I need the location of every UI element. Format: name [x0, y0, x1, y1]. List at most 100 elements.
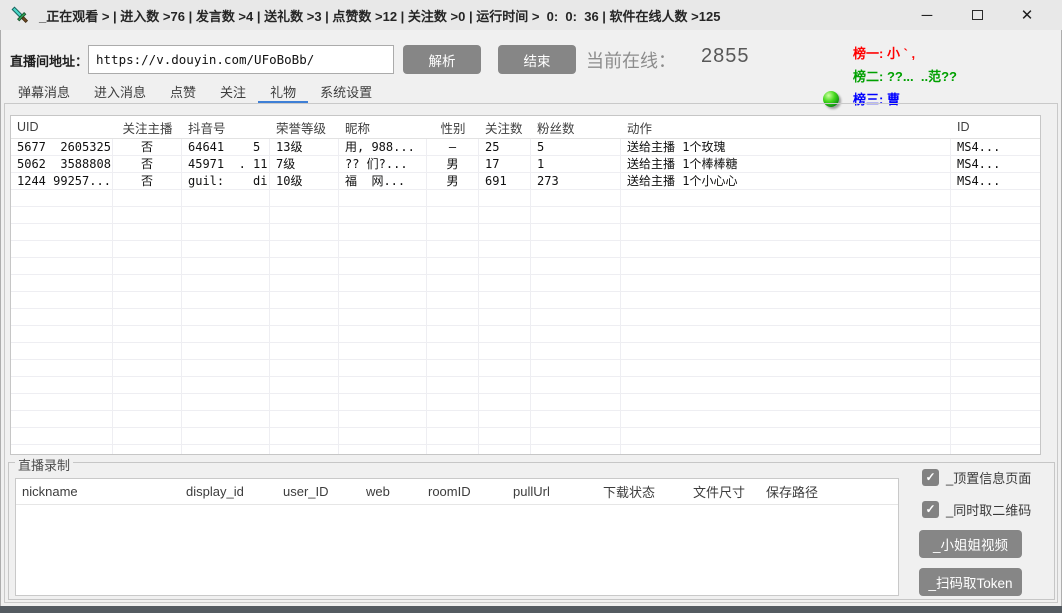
table-cell — [270, 258, 339, 274]
rank-text: 榜一: 小 ` , — [853, 43, 915, 62]
table-row-empty — [11, 275, 1040, 292]
minimize-button[interactable]: ─ — [902, 7, 952, 24]
table-cell: MS4... — [951, 173, 1041, 189]
table-cell: 10级 — [270, 173, 339, 189]
table-cell — [113, 428, 182, 444]
table-cell — [479, 275, 531, 291]
gift-table-header: UID关注主播抖音号荣誉等级昵称性别关注数粉丝数动作ID — [11, 116, 1040, 139]
room-url-input[interactable] — [88, 45, 394, 74]
maximize-button[interactable] — [952, 7, 1002, 24]
table-cell — [11, 394, 113, 410]
table-cell: 5 — [531, 139, 621, 155]
table-cell — [113, 309, 182, 325]
table-cell — [182, 241, 270, 257]
table-cell — [270, 275, 339, 291]
column-header: display_id — [180, 484, 277, 499]
table-cell — [270, 394, 339, 410]
pin-info-checkbox[interactable]: ✓ — [922, 469, 939, 486]
table-cell — [621, 275, 951, 291]
table-row-empty — [11, 292, 1040, 309]
table-cell: 17 — [479, 156, 531, 172]
tab-follows[interactable]: 关注 — [208, 84, 258, 104]
table-cell — [339, 428, 427, 444]
table-cell — [11, 190, 113, 206]
table-cell — [182, 207, 270, 223]
tab-system-settings[interactable]: 系统设置 — [308, 84, 384, 104]
table-cell — [113, 258, 182, 274]
table-cell — [427, 343, 479, 359]
table-row[interactable]: 1244 99257...否guil: di10级福 网...男691273送给… — [11, 173, 1040, 190]
column-header: pullUrl — [507, 484, 597, 499]
gift-table: UID关注主播抖音号荣誉等级昵称性别关注数粉丝数动作ID 5677 260532… — [10, 115, 1041, 455]
rank-item-rank-2: 榜二: ??... ..范?? — [823, 64, 957, 87]
recording-list: nicknamedisplay_iduser_IDwebroomIDpullUr… — [15, 478, 899, 596]
table-cell — [182, 377, 270, 393]
table-cell: 25 — [479, 139, 531, 155]
table-cell — [11, 292, 113, 308]
window-bottom-edge — [0, 606, 1062, 613]
table-cell — [951, 411, 1041, 427]
table-cell — [531, 394, 621, 410]
table-cell: 用, 988... — [339, 139, 427, 155]
column-header: user_ID — [277, 484, 360, 499]
tab-likes[interactable]: 点赞 — [158, 84, 208, 104]
tab-gifts[interactable]: 礼物 — [258, 84, 308, 104]
table-cell — [479, 190, 531, 206]
table-cell — [270, 445, 339, 455]
table-cell — [951, 292, 1041, 308]
table-cell: 送给主播 1个棒棒糖 — [621, 156, 951, 172]
table-cell — [479, 343, 531, 359]
table-cell — [427, 224, 479, 240]
table-cell: guil: di — [182, 173, 270, 189]
table-cell: 否 — [113, 156, 182, 172]
table-cell — [113, 377, 182, 393]
table-row-empty — [11, 258, 1040, 275]
scan-token-button[interactable]: _扫码取Token — [919, 568, 1022, 596]
table-cell — [427, 258, 479, 274]
table-cell — [113, 224, 182, 240]
table-cell — [479, 445, 531, 455]
recording-group: 直播录制 nicknamedisplay_iduser_IDwebroomIDp… — [8, 462, 1055, 600]
table-row[interactable]: 5062 3588808否45971 . 117级?? 们?...男171送给主… — [11, 156, 1040, 173]
girl-video-button[interactable]: _小姐姐视频 — [919, 530, 1022, 558]
table-cell — [339, 377, 427, 393]
table-cell — [621, 258, 951, 274]
window-controls: ─ ✕ — [902, 6, 1052, 24]
table-cell — [531, 207, 621, 223]
tab-danmu-messages[interactable]: 弹幕消息 — [6, 84, 82, 104]
column-header: 昵称 — [339, 118, 427, 137]
table-cell — [951, 428, 1041, 444]
table-cell — [479, 292, 531, 308]
table-cell — [621, 343, 951, 359]
table-cell — [113, 241, 182, 257]
column-header: roomID — [422, 484, 507, 499]
table-cell — [339, 394, 427, 410]
table-cell — [182, 326, 270, 342]
column-header: 荣誉等级 — [270, 118, 339, 137]
table-cell — [621, 309, 951, 325]
column-header: 保存路径 — [760, 482, 898, 501]
stop-button[interactable]: 结束 — [498, 45, 576, 74]
qr-code-checkbox[interactable]: ✓ — [922, 501, 939, 518]
table-cell — [951, 377, 1041, 393]
table-cell — [427, 241, 479, 257]
table-row-empty — [11, 428, 1040, 445]
table-cell — [951, 394, 1041, 410]
column-header: 下载状态 — [597, 482, 687, 501]
table-cell — [11, 411, 113, 427]
close-button[interactable]: ✕ — [1002, 6, 1052, 24]
table-cell — [113, 445, 182, 455]
rank-item-rank-1: 榜一: 小 ` , — [823, 41, 957, 64]
table-cell — [427, 445, 479, 455]
table-cell — [621, 377, 951, 393]
tab-enter-messages[interactable]: 进入消息 — [82, 84, 158, 104]
table-cell — [11, 224, 113, 240]
table-cell: 13级 — [270, 139, 339, 155]
table-row-empty — [11, 224, 1040, 241]
column-header: 关注数 — [479, 118, 531, 137]
table-row-empty — [11, 326, 1040, 343]
table-row-empty — [11, 394, 1040, 411]
table-cell — [182, 445, 270, 455]
parse-button[interactable]: 解析 — [403, 45, 481, 74]
table-row[interactable]: 5677 2605325否64641 513级用, 988...–255送给主播… — [11, 139, 1040, 156]
